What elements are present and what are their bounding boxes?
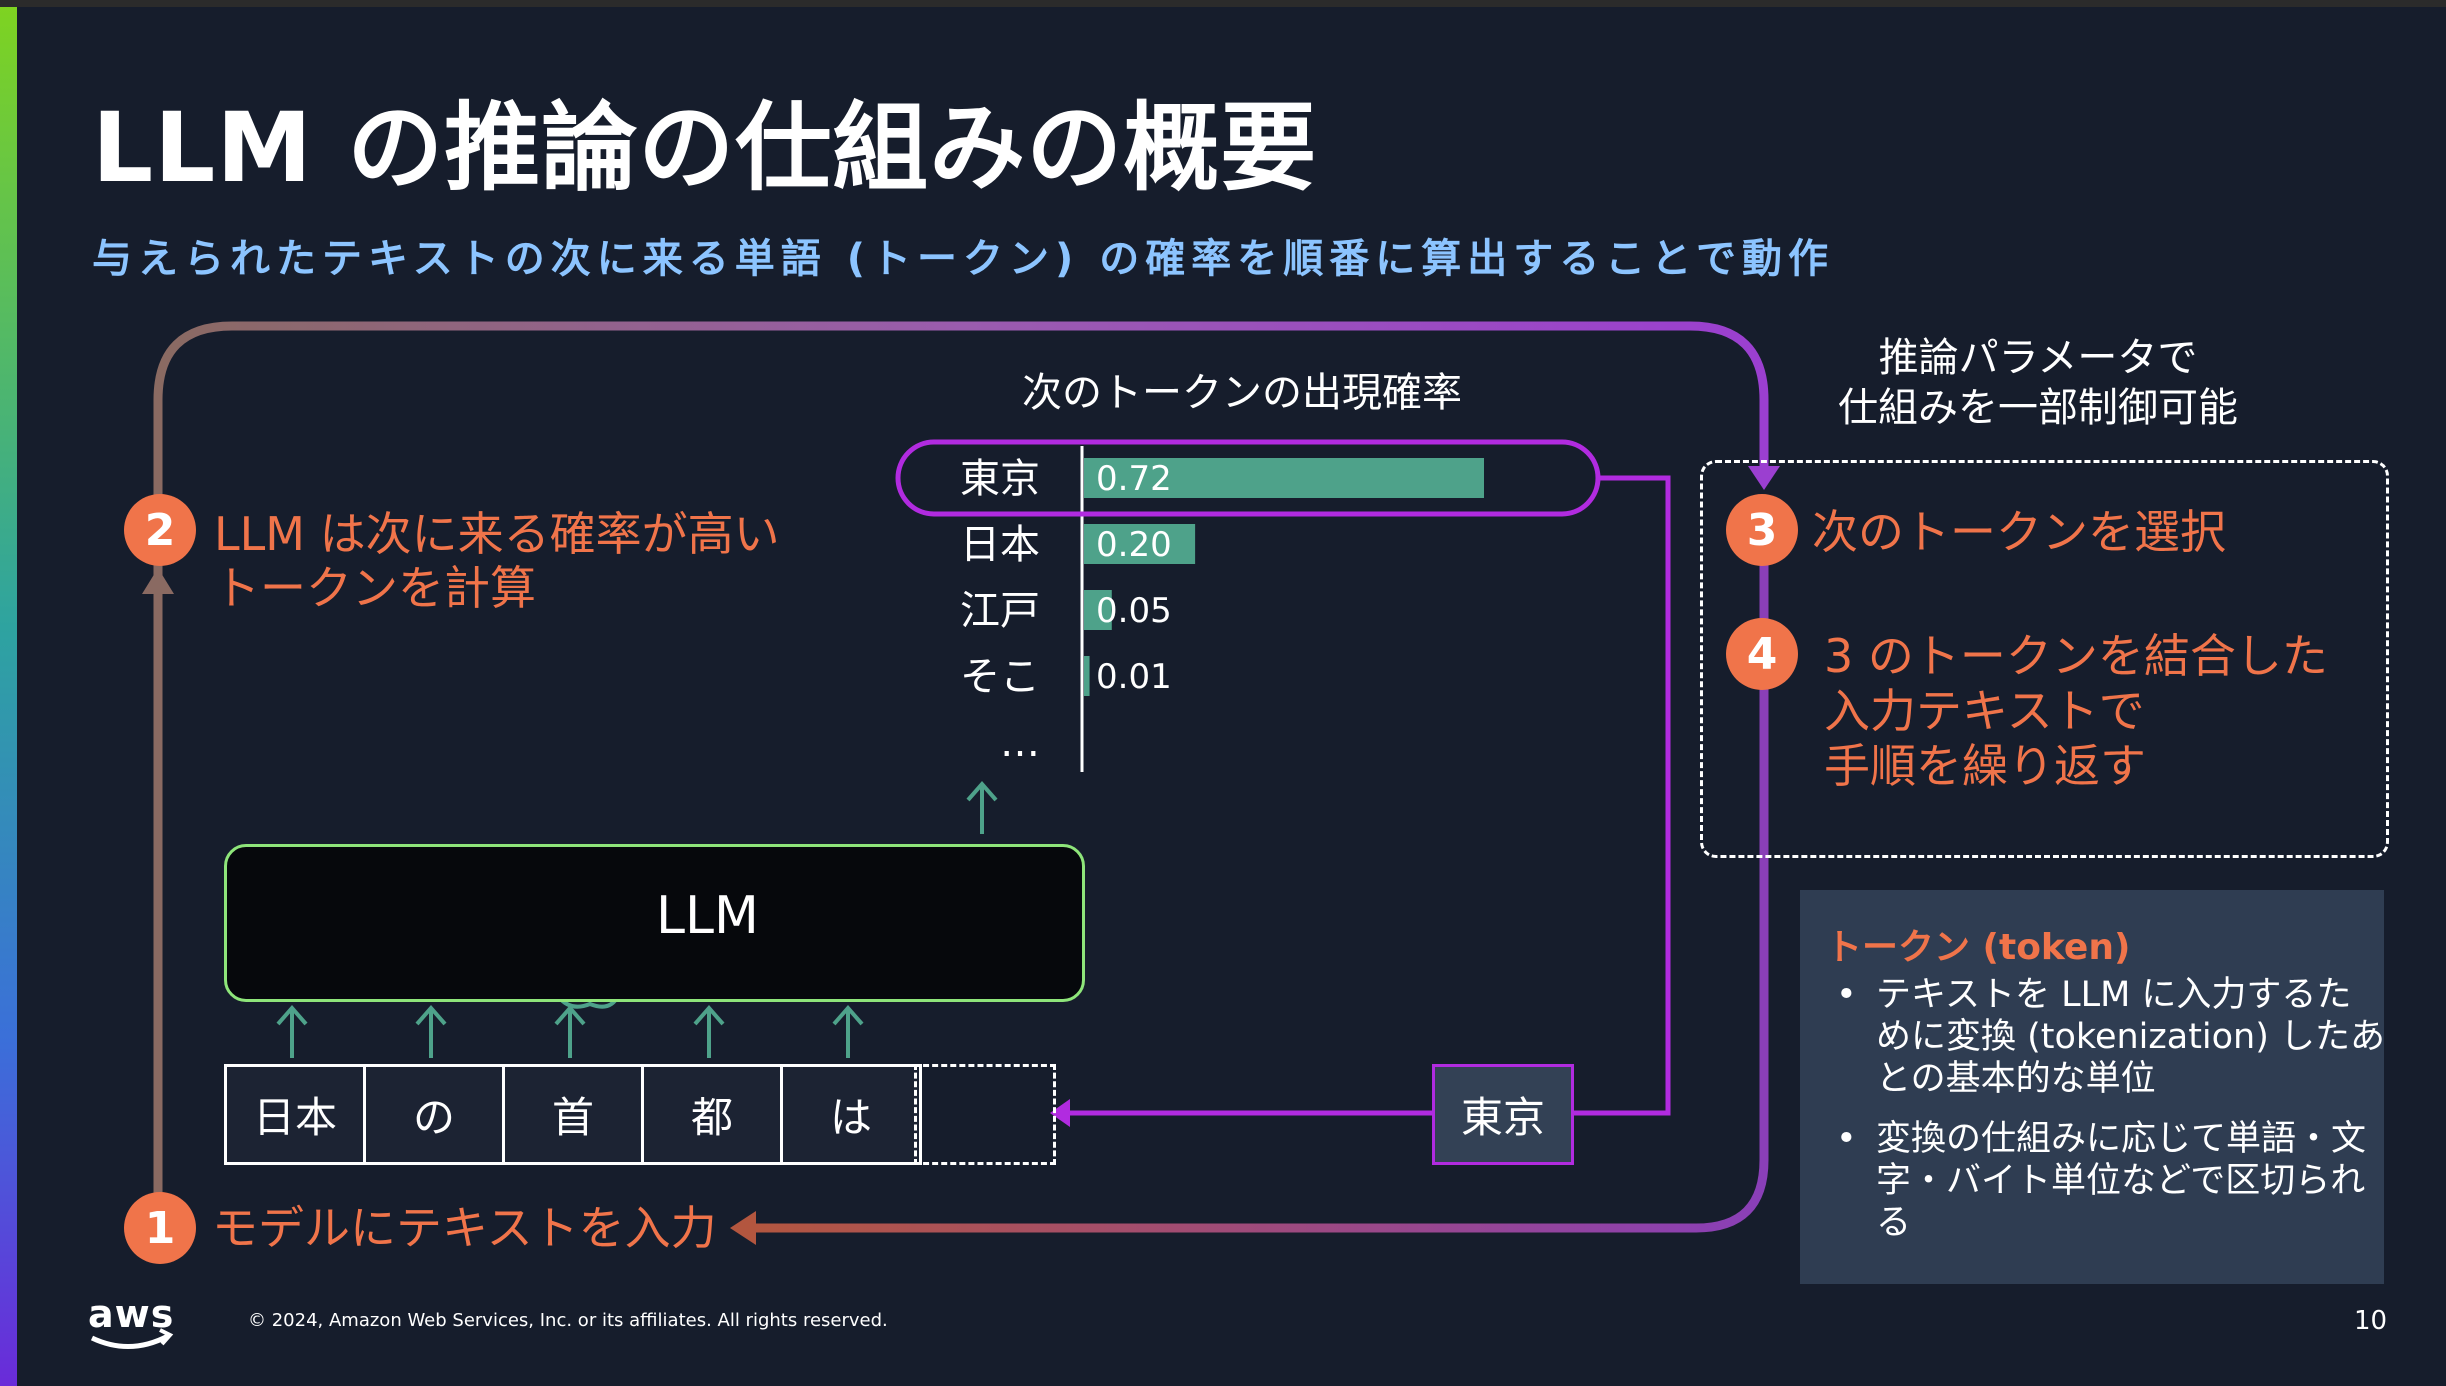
llm-box: [224, 844, 1085, 1002]
info-title: トークン (token): [1826, 927, 2131, 968]
step-3-text: 次のトークンを選択: [1812, 505, 2226, 559]
input-token: は: [780, 1064, 922, 1165]
input-token: 都: [641, 1064, 783, 1165]
loop-arrow-left: [730, 1211, 756, 1245]
category-label: そこ: [960, 654, 1040, 700]
selection-connector: [1574, 475, 1671, 1116]
page-number: 10: [2354, 1306, 2388, 1336]
step-2-line1: LLM は次に来る確率が高い: [214, 507, 780, 561]
step-2-badge: 2: [124, 494, 196, 566]
info-list: テキストを LLM に入力するために変換 (tokenization) したあと…: [1826, 974, 2386, 1262]
param-note-line2: 仕組みを一部制御可能: [1838, 385, 2238, 431]
value-label: 0.05: [1096, 591, 1172, 631]
info-bullet: テキストを LLM に入力するために変換 (tokenization) したあと…: [1826, 974, 2386, 1100]
probability-bar: [1084, 656, 1090, 696]
token-info-box: トークン (token) テキストを LLM に入力するために変換 (token…: [1800, 890, 2386, 1284]
step-4-line3: 手順を繰り返す: [1824, 739, 2146, 793]
copyright: © 2024, Amazon Web Services, Inc. or its…: [248, 1310, 888, 1331]
empty-token-slot: [914, 1064, 1056, 1165]
chart-title: 次のトークンの出現確率: [1022, 370, 1462, 416]
probability-chart: 東京 0.72 日本 0.20 江戸 0.05 そこ 0.01 …: [960, 456, 1484, 766]
input-token: の: [363, 1064, 505, 1165]
value-label: 0.20: [1096, 525, 1172, 565]
value-label: 0.01: [1096, 657, 1172, 697]
step-1-badge: 1: [124, 1192, 196, 1264]
step-4-line1: 3 のトークンを結合した: [1824, 629, 2328, 683]
step-4-line2: 入力テキストで: [1824, 684, 2145, 738]
selected-token-box: 東京: [1432, 1064, 1574, 1165]
aws-logo: aws: [88, 1292, 175, 1336]
step-2-line2: トークンを計算: [214, 561, 536, 615]
category-label: 日本: [960, 522, 1040, 568]
value-label: 0.72: [1096, 459, 1172, 499]
loop-arrow-up: [142, 568, 174, 594]
step-3-badge: 3: [1726, 494, 1798, 566]
input-token: 首: [502, 1064, 644, 1165]
step-4-badge: 4: [1726, 618, 1798, 690]
category-label: 東京: [960, 456, 1040, 502]
param-note: 推論パラメータで 仕組みを一部制御可能: [1838, 333, 2238, 433]
category-label: 江戸: [960, 588, 1040, 634]
llm-label: LLM: [656, 886, 759, 946]
input-token: 日本: [224, 1064, 366, 1165]
category-label: …: [1000, 720, 1040, 766]
param-note-line1: 推論パラメータで: [1878, 335, 2198, 381]
step-1-text: モデルにテキストを入力: [212, 1201, 717, 1255]
info-bullet: 変換の仕組みに応じて単語・文字・バイト単位などで区切られる: [1826, 1118, 2386, 1244]
